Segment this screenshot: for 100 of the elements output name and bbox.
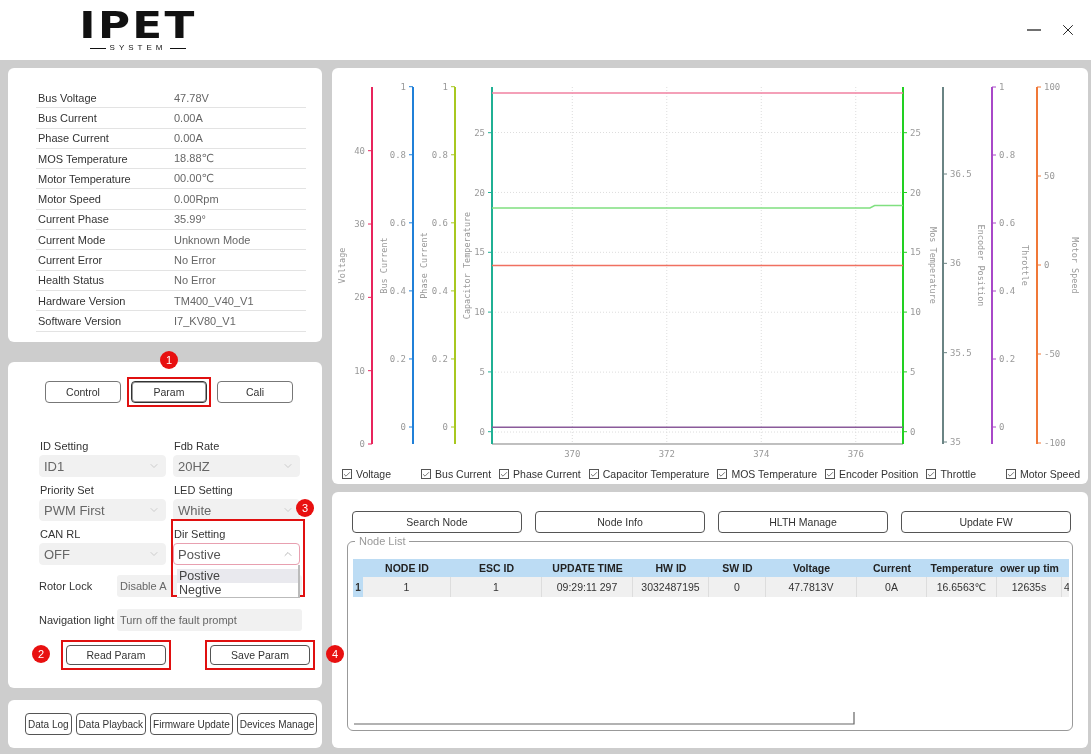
- legend-checkbox[interactable]: MOS Temperature: [717, 468, 817, 480]
- node-button[interactable]: Search Node: [352, 511, 522, 533]
- y-tick-label: 0.8: [389, 149, 406, 160]
- y-tick-label: 50: [1044, 171, 1055, 181]
- y-tick-label: 0: [479, 426, 485, 437]
- axis-title: Mos Temperature: [928, 227, 938, 304]
- status-value: 35.99°: [174, 213, 207, 226]
- axis-title: Throttle: [1020, 245, 1030, 286]
- setting-label: Priority Set: [39, 483, 95, 498]
- setting-label: Rotor Lock: [39, 580, 94, 592]
- status-label: Health Status: [38, 274, 106, 287]
- param-button[interactable]: Save Param: [210, 645, 310, 665]
- tool-button[interactable]: Data Log: [25, 713, 72, 735]
- setting-field[interactable]: Turn off the fault prompt: [117, 609, 302, 631]
- x-tick-label: 370: [564, 449, 581, 459]
- x-tick-label: 372: [658, 449, 675, 459]
- dropdown[interactable]: 20HZ: [173, 455, 300, 477]
- checkbox[interactable]: [825, 469, 835, 479]
- step-badge: 2: [32, 645, 50, 663]
- axis-title: Phase Current: [419, 232, 429, 299]
- y-tick-label: 0.8: [999, 150, 1016, 160]
- column-header: Current: [857, 559, 927, 577]
- dropdown-option[interactable]: Postive: [177, 569, 298, 583]
- dropdown[interactable]: Postive: [173, 543, 300, 565]
- y-tick-label: 0.4: [999, 286, 1016, 296]
- axis-title: Motor Speed: [1070, 237, 1080, 294]
- table-cell: 16.6563℃: [927, 577, 997, 597]
- tab[interactable]: Cali: [217, 381, 293, 403]
- column-header: NODE ID: [363, 559, 451, 577]
- param-button[interactable]: Read Param: [66, 645, 166, 665]
- status-value: 0.00A: [174, 111, 204, 124]
- setting-label: Navigation light: [39, 614, 116, 626]
- dropdown[interactable]: PWM First: [39, 499, 166, 521]
- node-button[interactable]: Update FW: [901, 511, 1071, 533]
- y-tick-label: 0.2: [431, 353, 448, 364]
- checkbox[interactable]: [421, 469, 432, 479]
- legend-checkbox[interactable]: Throttle: [926, 468, 976, 480]
- status-value: No Error: [174, 274, 217, 287]
- checkbox[interactable]: [499, 469, 510, 479]
- y-tick-label: 20: [910, 187, 921, 198]
- legend-checkbox[interactable]: Encoder Position: [825, 468, 919, 480]
- checkbox[interactable]: [588, 469, 599, 479]
- tab[interactable]: Control: [45, 381, 121, 403]
- logo-title: IPET: [79, 7, 197, 43]
- y-tick-label: 35: [950, 437, 961, 447]
- tool-button[interactable]: Devices Manage: [236, 713, 318, 735]
- dropdown[interactable]: ID1: [39, 455, 166, 477]
- y-tick-label: 0: [910, 426, 916, 437]
- node-button[interactable]: Node Info: [535, 511, 705, 533]
- legend-checkbox[interactable]: Voltage: [342, 468, 392, 480]
- dropdown[interactable]: White: [173, 499, 300, 521]
- table-cell: 1: [363, 577, 451, 597]
- node-button[interactable]: HLTH Manage: [718, 511, 888, 533]
- axis-title: Voltage: [337, 247, 347, 284]
- y-tick-label: 0: [999, 422, 1005, 432]
- dropdown[interactable]: OFF: [39, 543, 166, 565]
- status-label: Motor Speed: [38, 193, 102, 206]
- checkbox[interactable]: [342, 469, 352, 479]
- row-number[interactable]: 1: [353, 577, 363, 597]
- table-cell: 3032487195: [633, 577, 709, 597]
- y-tick-label: 30: [354, 219, 365, 229]
- table-cell: 0: [709, 577, 766, 597]
- checkbox[interactable]: [717, 469, 728, 479]
- y-tick-label: 0.8: [431, 149, 448, 160]
- y-tick-label: 0: [1044, 260, 1050, 270]
- table-cell: 12635s: [997, 577, 1062, 597]
- legend-checkbox[interactable]: Bus Current: [421, 468, 492, 480]
- y-tick-label: 25: [474, 127, 485, 138]
- checkbox[interactable]: [1006, 469, 1016, 479]
- column-header: Voltage: [766, 559, 857, 577]
- checkbox[interactable]: [926, 469, 937, 479]
- group-title: Node List: [358, 535, 407, 547]
- step-badge: 1: [160, 351, 178, 369]
- y-tick-label: 100: [1044, 82, 1061, 92]
- tool-button[interactable]: Firmware Update: [150, 713, 233, 735]
- step-badge: 3: [296, 499, 314, 517]
- y-tick-label: 10: [354, 365, 365, 376]
- tab[interactable]: Param: [131, 381, 207, 403]
- y-tick-label: 5: [910, 366, 916, 377]
- legend-checkbox[interactable]: Phase Current: [499, 468, 581, 480]
- column-header: SW ID: [709, 559, 766, 577]
- axis-title: Encoder Position: [976, 224, 986, 307]
- setting-label: Fdb Rate: [173, 439, 221, 454]
- column-header: UPDATE TIME: [542, 559, 633, 577]
- legend-checkbox[interactable]: Motor Speed: [1006, 468, 1081, 480]
- column-header: Temperature: [927, 559, 997, 577]
- y-tick-label: 10: [474, 307, 485, 318]
- y-tick-label: 5: [479, 366, 485, 377]
- setting-label: LED Setting: [173, 483, 234, 498]
- y-tick-label: 0.4: [389, 285, 406, 296]
- tool-button[interactable]: Data Playback: [75, 713, 147, 735]
- status-label: Current Mode: [38, 233, 107, 246]
- status-value: TM400_V40_V1: [174, 294, 255, 307]
- table-cell: 0A: [857, 577, 927, 597]
- y-tick-label: 20: [354, 292, 365, 303]
- y-tick-label: 0: [442, 422, 448, 432]
- status-label: MOS Temperature: [38, 152, 129, 165]
- legend-checkbox[interactable]: Capacitor Temperature: [588, 468, 710, 480]
- status-label: Phase Current: [38, 132, 110, 145]
- scrollbar[interactable]: [354, 712, 856, 726]
